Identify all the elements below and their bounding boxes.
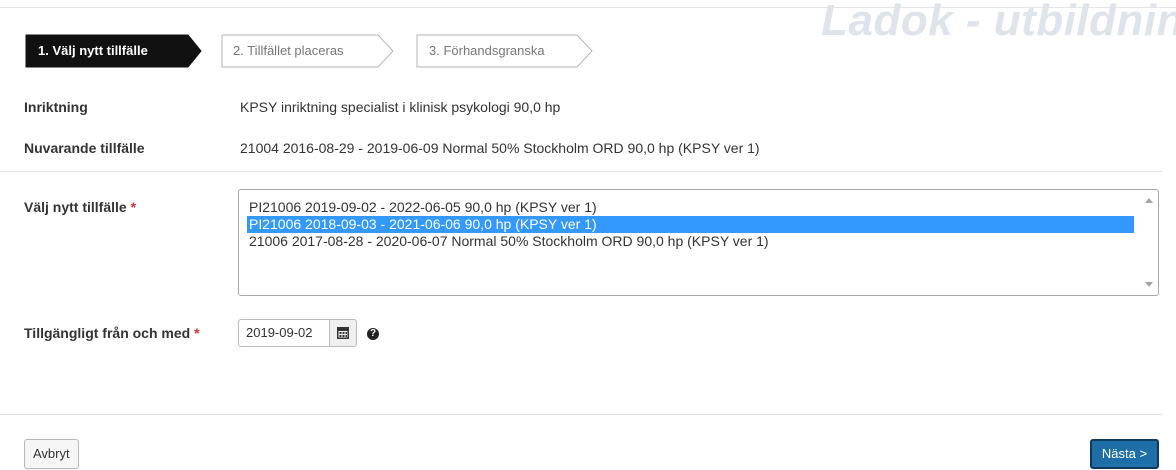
nuvarande-value: 21004 2016-08-29 - 2019-06-09 Normal 50%… xyxy=(240,140,760,156)
nuvarande-label: Nuvarande tillfälle xyxy=(24,140,145,156)
next-button[interactable]: Nästa > xyxy=(1090,439,1159,469)
occasion-option-3[interactable]: 21006 2017-08-28 - 2020-06-07 Normal 50%… xyxy=(247,233,1134,250)
step-2: 2. Tillfället placeras xyxy=(221,34,399,68)
footer-divider xyxy=(0,414,1162,415)
step-3: 3. Förhandsgranska xyxy=(416,34,596,68)
calendar-button[interactable] xyxy=(329,319,357,347)
section-divider xyxy=(0,171,1162,172)
step-3-label: 3. Förhandsgranska xyxy=(429,43,545,58)
inriktning-label: Inriktning xyxy=(24,99,88,115)
inriktning-value: KPSY inriktning specialist i klinisk psy… xyxy=(240,99,561,115)
scroll-up-icon[interactable] xyxy=(1145,198,1153,203)
listbox-scrollbar[interactable] xyxy=(1141,190,1158,295)
required-mark: * xyxy=(194,325,200,341)
valj-label: Välj nytt tillfälle * xyxy=(24,199,136,215)
environment-watermark: Ladok - utbildnin xyxy=(821,0,1176,45)
date-input[interactable]: 2019-09-02 xyxy=(238,319,330,347)
calendar-icon[interactable] xyxy=(330,320,356,346)
occasion-option-1[interactable]: PI21006 2019-09-02 - 2022-06-05 90,0 hp … xyxy=(247,199,1134,216)
occasion-listbox[interactable]: PI21006 2019-09-02 - 2022-06-05 90,0 hp … xyxy=(238,189,1159,296)
step-1-active: 1. Välj nytt tillfälle xyxy=(24,34,202,68)
required-mark: * xyxy=(130,199,137,215)
question-circle-icon[interactable]: ? xyxy=(367,328,379,340)
occasion-option-2-selected[interactable]: PI21006 2018-09-03 - 2021-06-06 90,0 hp … xyxy=(247,216,1134,233)
valj-label-text: Välj nytt tillfälle xyxy=(24,199,127,215)
tillganglig-label-text: Tillgängligt från och med xyxy=(24,325,191,341)
step-2-label: 2. Tillfället placeras xyxy=(233,43,344,58)
step-1-label: 1. Välj nytt tillfälle xyxy=(38,43,148,58)
scroll-down-icon[interactable] xyxy=(1145,282,1153,287)
tillganglig-label: Tillgängligt från och med * xyxy=(24,325,200,341)
cancel-button[interactable]: Avbryt xyxy=(24,439,79,469)
